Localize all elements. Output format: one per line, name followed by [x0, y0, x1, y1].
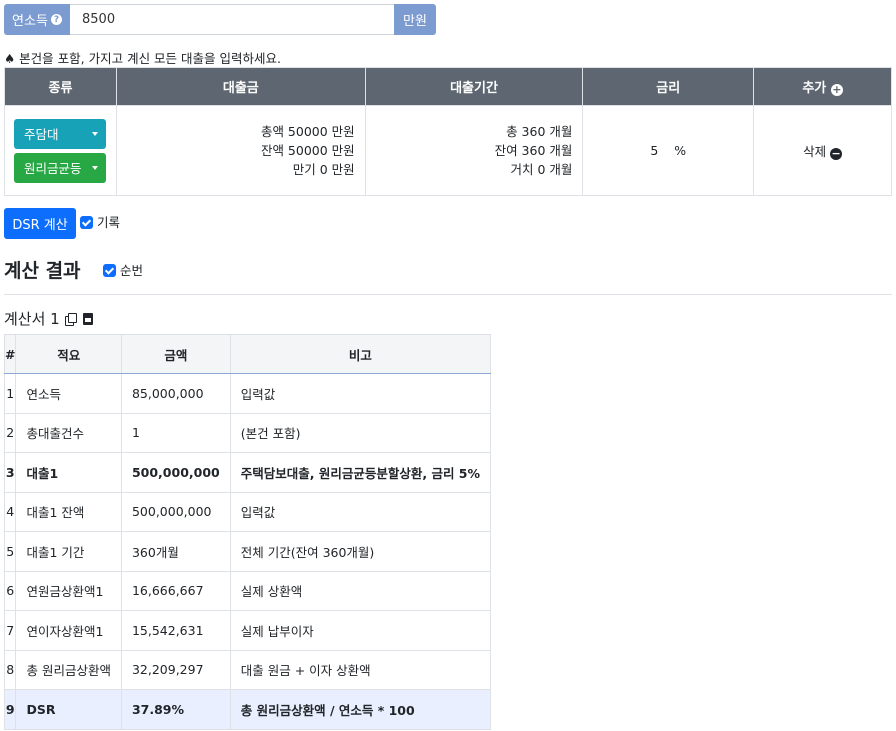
csv-file-icon[interactable]: [82, 312, 93, 325]
table-row: 1 연소득 85,000,000 입력값: [3, 373, 492, 414]
loan-rate-cell: 5 %: [582, 105, 755, 196]
loan-table: 종류 대출금 대출기간 금리 추가 + 주담대 원리금균등 총액 50000 만…: [4, 67, 892, 196]
amount-balance[interactable]: 잔액 50000 만원: [117, 141, 355, 160]
header-note: 비고: [229, 334, 492, 374]
result-title: 계산 결과: [4, 260, 81, 282]
table-row: 3 대출1 500,000,000 주택담보대출, 원리금균등분할상환, 금리 …: [3, 452, 492, 493]
loan-type-cell: 주담대 원리금균등: [4, 105, 117, 196]
table-row: 4 대출1 잔액 500,000,000 입력값: [3, 491, 492, 532]
period-remaining[interactable]: 잔여 360 개월: [366, 141, 573, 160]
calculation-table: # 적요 금액 비고 1 연소득 85,000,000 입력값 2 총대출건수 …: [3, 334, 492, 730]
caret-down-icon: [92, 131, 98, 136]
header-rate: 금리: [582, 67, 755, 106]
rate-input[interactable]: 5: [650, 143, 658, 158]
loan-period-cell: 총 360 개월 잔여 360 개월 거치 0 개월: [364, 105, 584, 196]
amount-total[interactable]: 총액 50000 만원: [117, 122, 355, 141]
delete-loan-button[interactable]: 삭제 −: [753, 105, 892, 196]
table-row: 9 DSR 37.89% 총 원리금상환액 / 연소득 * 100: [3, 689, 492, 730]
caret-down-icon: [92, 165, 98, 170]
notice-text: ♠ 본건을 포함, 가지고 계신 모든 대출을 입력하세요.: [4, 51, 281, 66]
table-row: 6 연원금상환액1 16,666,667 실제 상환액: [3, 570, 492, 611]
table-row: 8 총 원리금상환액 32,209,297 대출 원금 + 이자 상환액: [3, 649, 492, 690]
header-type: 종류: [4, 67, 117, 106]
header-period: 대출기간: [364, 67, 584, 106]
table-row: 2 총대출건수 1 (본건 포함): [3, 412, 492, 453]
income-unit-label: 만원: [394, 4, 436, 35]
sequence-checkbox[interactable]: 순번: [103, 260, 143, 279]
checkbox-checked-icon[interactable]: [103, 264, 116, 277]
header-amount: 금액: [120, 334, 231, 374]
period-total[interactable]: 총 360 개월: [366, 122, 572, 141]
minus-circle-icon: −: [830, 147, 843, 160]
table-row: 7 연이자상환액1 15,542,631 실제 납부이자: [3, 610, 492, 651]
question-circle-icon[interactable]: ?: [50, 14, 62, 25]
loan-type-dropdown[interactable]: 주담대: [14, 118, 106, 149]
repayment-type-dropdown[interactable]: 원리금균등: [14, 152, 106, 183]
header-num: #: [3, 334, 17, 374]
record-checkbox[interactable]: 기록: [80, 212, 120, 231]
income-input[interactable]: [70, 4, 394, 35]
sheet-title: 계산서 1: [4, 308, 93, 329]
add-loan-button[interactable]: 추가 +: [753, 67, 892, 106]
header-item: 적요: [15, 334, 122, 374]
divider: [4, 294, 892, 295]
income-input-group: 연소득 ? 만원: [4, 4, 436, 35]
dsr-calculate-button[interactable]: DSR 계산: [4, 208, 76, 239]
checkbox-checked-icon[interactable]: [80, 216, 93, 229]
copy-icon[interactable]: [64, 312, 77, 326]
table-row: 5 대출1 기간 360개월 전체 기간(잔여 360개월): [3, 531, 492, 572]
header-amount: 대출금: [115, 67, 366, 106]
income-label: 연소득 ?: [4, 4, 70, 35]
amount-maturity[interactable]: 만기 0 만원: [117, 160, 355, 179]
loan-amount-cell: 총액 50000 만원 잔액 50000 만원 만기 0 만원: [115, 105, 366, 196]
period-grace[interactable]: 거치 0 개월: [366, 160, 572, 179]
rate-unit: %: [674, 143, 687, 158]
loan-row: 주담대 원리금균등 총액 50000 만원 잔액 50000 만원 만기 0 만…: [4, 105, 892, 196]
plus-circle-icon: +: [830, 83, 843, 96]
